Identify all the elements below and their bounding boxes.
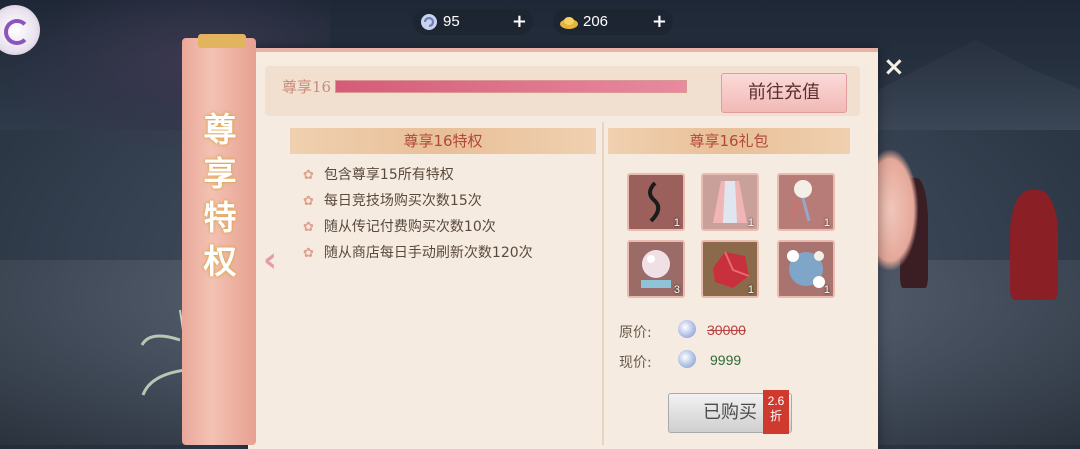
star-bullet-icon: ✿ (303, 194, 314, 209)
gift-count: 3 (673, 284, 680, 296)
scroll-char: 特 (203, 198, 237, 237)
privilege-header: 尊享16特权 (290, 128, 596, 154)
privilege-text: 每日竞技场购买次数15次 (323, 193, 482, 209)
column-divider (602, 122, 604, 445)
currency-gold: 206 + (553, 9, 673, 35)
currency-gem: 95 + (413, 9, 533, 35)
gift-slot[interactable]: 1 (627, 173, 685, 231)
gift-slot[interactable]: 1 (701, 240, 759, 298)
vip-progress-fill (336, 81, 686, 92)
gold-amount: 206 (583, 13, 609, 30)
star-bullet-icon: ✿ (303, 168, 314, 183)
gift-count: 1 (747, 284, 754, 296)
privilege-text: 随从传记付费购买次数10次 (323, 219, 496, 235)
close-button[interactable]: × (883, 52, 905, 82)
prev-page-arrow-icon[interactable]: ‹ (263, 240, 277, 280)
privilege-item: ✿ 随从传记付费购买次数10次 (303, 216, 496, 236)
swirl-icon (4, 19, 30, 45)
current-price-label: 现价: (619, 355, 652, 371)
swirl-gem-icon (421, 14, 437, 30)
privilege-text: 随从商店每日手动刷新次数120次 (323, 245, 533, 261)
side-ornament (878, 150, 918, 270)
privilege-item: ✿ 每日竞技场购买次数15次 (303, 190, 482, 210)
scroll-title: 尊 享 特 权 (198, 108, 242, 284)
vip-progress-bar (335, 80, 687, 93)
scroll-char: 尊 (203, 110, 237, 149)
current-price: 9999 (710, 352, 742, 368)
gift-count: 1 (823, 217, 830, 229)
scroll-cap (198, 34, 246, 48)
privilege-text: 包含尊享15所有特权 (323, 167, 454, 183)
original-price-label: 原价: (619, 325, 652, 341)
gold-ingot-icon (560, 17, 578, 29)
npc-figure (1010, 190, 1058, 300)
scroll-char: 权 (203, 242, 237, 281)
recharge-button[interactable]: 前往充值 (721, 73, 847, 113)
discount-unit: 折 (769, 409, 782, 423)
add-gold-button[interactable]: + (652, 11, 667, 32)
scroll-char: 享 (203, 154, 237, 193)
privilege-item: ✿ 包含尊享15所有特权 (303, 164, 454, 184)
gift-slot[interactable]: 1 (701, 173, 759, 231)
swirl-gem-icon (678, 320, 696, 338)
gift-count: 1 (823, 284, 830, 296)
vip-level-tag: 尊享16 (282, 78, 332, 96)
privilege-item: ✿ 随从商店每日手动刷新次数120次 (303, 242, 533, 262)
gift-slot[interactable]: 1 (777, 173, 835, 231)
original-price: 30000 (707, 322, 746, 338)
gift-count: 1 (673, 217, 680, 229)
gift-slot[interactable]: 3 (627, 240, 685, 298)
discount-badge: 2.6 折 (763, 390, 789, 434)
add-gem-button[interactable]: + (512, 11, 527, 32)
star-bullet-icon: ✿ (303, 220, 314, 235)
star-bullet-icon: ✿ (303, 246, 314, 261)
discount-value: 2.6 (767, 394, 785, 408)
swirl-gem-icon (678, 350, 696, 368)
gem-amount: 95 (443, 13, 460, 30)
gift-slot[interactable]: 1 (777, 240, 835, 298)
gift-count: 1 (747, 217, 754, 229)
gift-header: 尊享16礼包 (608, 128, 850, 154)
